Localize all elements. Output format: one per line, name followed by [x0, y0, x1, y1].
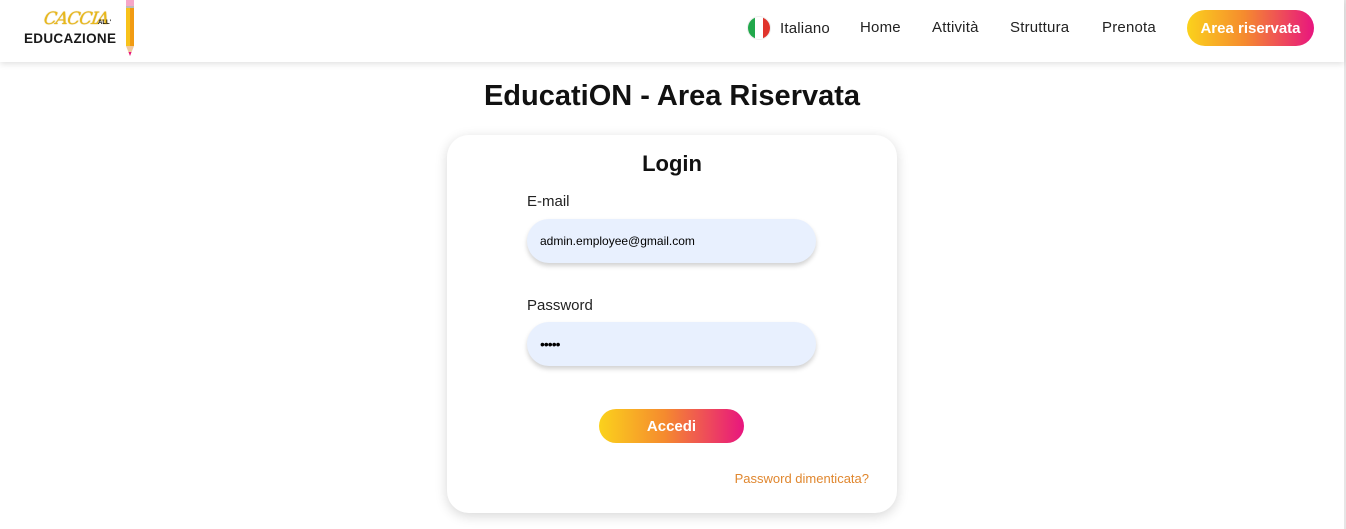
language-label: Italiano — [780, 19, 830, 37]
language-selector[interactable]: Italiano — [748, 0, 830, 56]
forgot-password-link[interactable]: Password dimenticata? — [735, 471, 869, 486]
nav-home[interactable]: Home — [860, 19, 901, 36]
italy-flag-icon — [748, 17, 770, 39]
email-field[interactable] — [527, 219, 816, 263]
login-title: Login — [642, 151, 702, 176]
page-title: EducatiON - Area Riservata — [483, 80, 861, 112]
login-card: Login E-mail Password Accedi Password di… — [447, 135, 897, 513]
login-button[interactable]: Accedi — [599, 409, 744, 443]
password-field[interactable] — [527, 322, 816, 366]
nav-prenota[interactable]: Prenota — [1102, 19, 1156, 36]
nav-struttura[interactable]: Struttura — [1010, 19, 1069, 36]
site-logo[interactable]: CACCIA ALL' EDUCAZIONE — [22, 0, 140, 58]
email-label: E-mail — [527, 193, 570, 210]
logo-wordmark: EDUCAZIONE — [24, 31, 117, 46]
logo-all-text: ALL' — [98, 20, 112, 26]
logo-script-text: CACCIA — [42, 9, 110, 29]
area-riservata-button[interactable]: Area riservata — [1187, 10, 1314, 46]
password-label: Password — [527, 297, 593, 314]
site-header: CACCIA ALL' EDUCAZIONE Italiano Home Att… — [0, 0, 1344, 62]
pencil-icon — [126, 0, 134, 56]
nav-attivita[interactable]: Attività — [932, 19, 979, 36]
